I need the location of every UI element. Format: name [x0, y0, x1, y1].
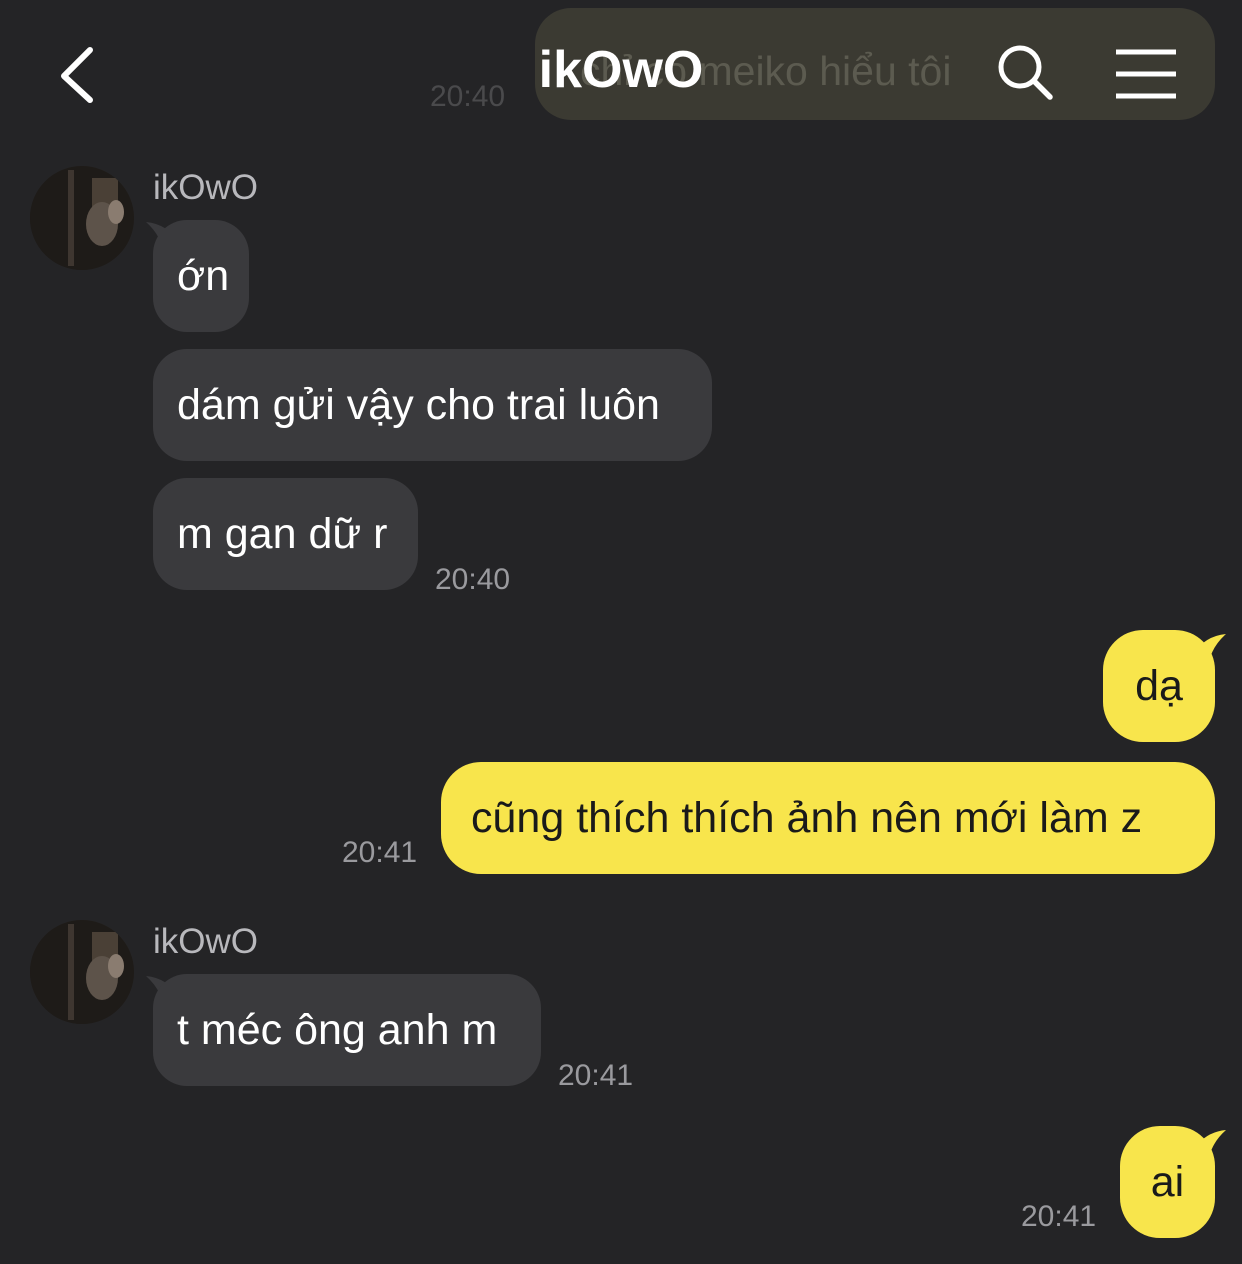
message-timestamp: 20:41: [342, 836, 418, 869]
message-timestamp: 20:41: [1021, 1200, 1097, 1233]
chevron-left-icon: [61, 47, 93, 103]
avatar-photo: [30, 920, 134, 1024]
partial-message-timestamp: 20:40: [430, 80, 506, 113]
menu-button[interactable]: [1112, 46, 1180, 102]
avatar[interactable]: [30, 920, 134, 1024]
message-timestamp: 20:40: [435, 563, 511, 596]
outgoing-message-bubble[interactable]: cũng thích thích ảnh nên mới làm z: [441, 762, 1215, 874]
outgoing-message-bubble[interactable]: ai: [1120, 1126, 1215, 1238]
sender-name: ikOwO: [153, 922, 258, 961]
incoming-message-bubble[interactable]: ớn: [153, 220, 249, 332]
partial-message-text: chỉ có meiko hiểu tôi: [580, 48, 952, 94]
incoming-message-bubble[interactable]: m gan dữ r: [153, 478, 418, 590]
search-button[interactable]: [995, 42, 1057, 104]
outgoing-message-bubble[interactable]: dạ: [1103, 630, 1215, 742]
avatar[interactable]: [30, 166, 134, 270]
search-icon: [998, 45, 1053, 100]
incoming-message-bubble[interactable]: dám gửi vậy cho trai luôn: [153, 349, 712, 461]
avatar-photo: [30, 166, 134, 270]
back-button[interactable]: [48, 40, 108, 110]
message-timestamp: 20:41: [558, 1059, 634, 1092]
incoming-message-bubble[interactable]: t méc ông anh m: [153, 974, 541, 1086]
sender-name: ikOwO: [153, 168, 258, 207]
hamburger-menu-icon: [1116, 49, 1176, 99]
